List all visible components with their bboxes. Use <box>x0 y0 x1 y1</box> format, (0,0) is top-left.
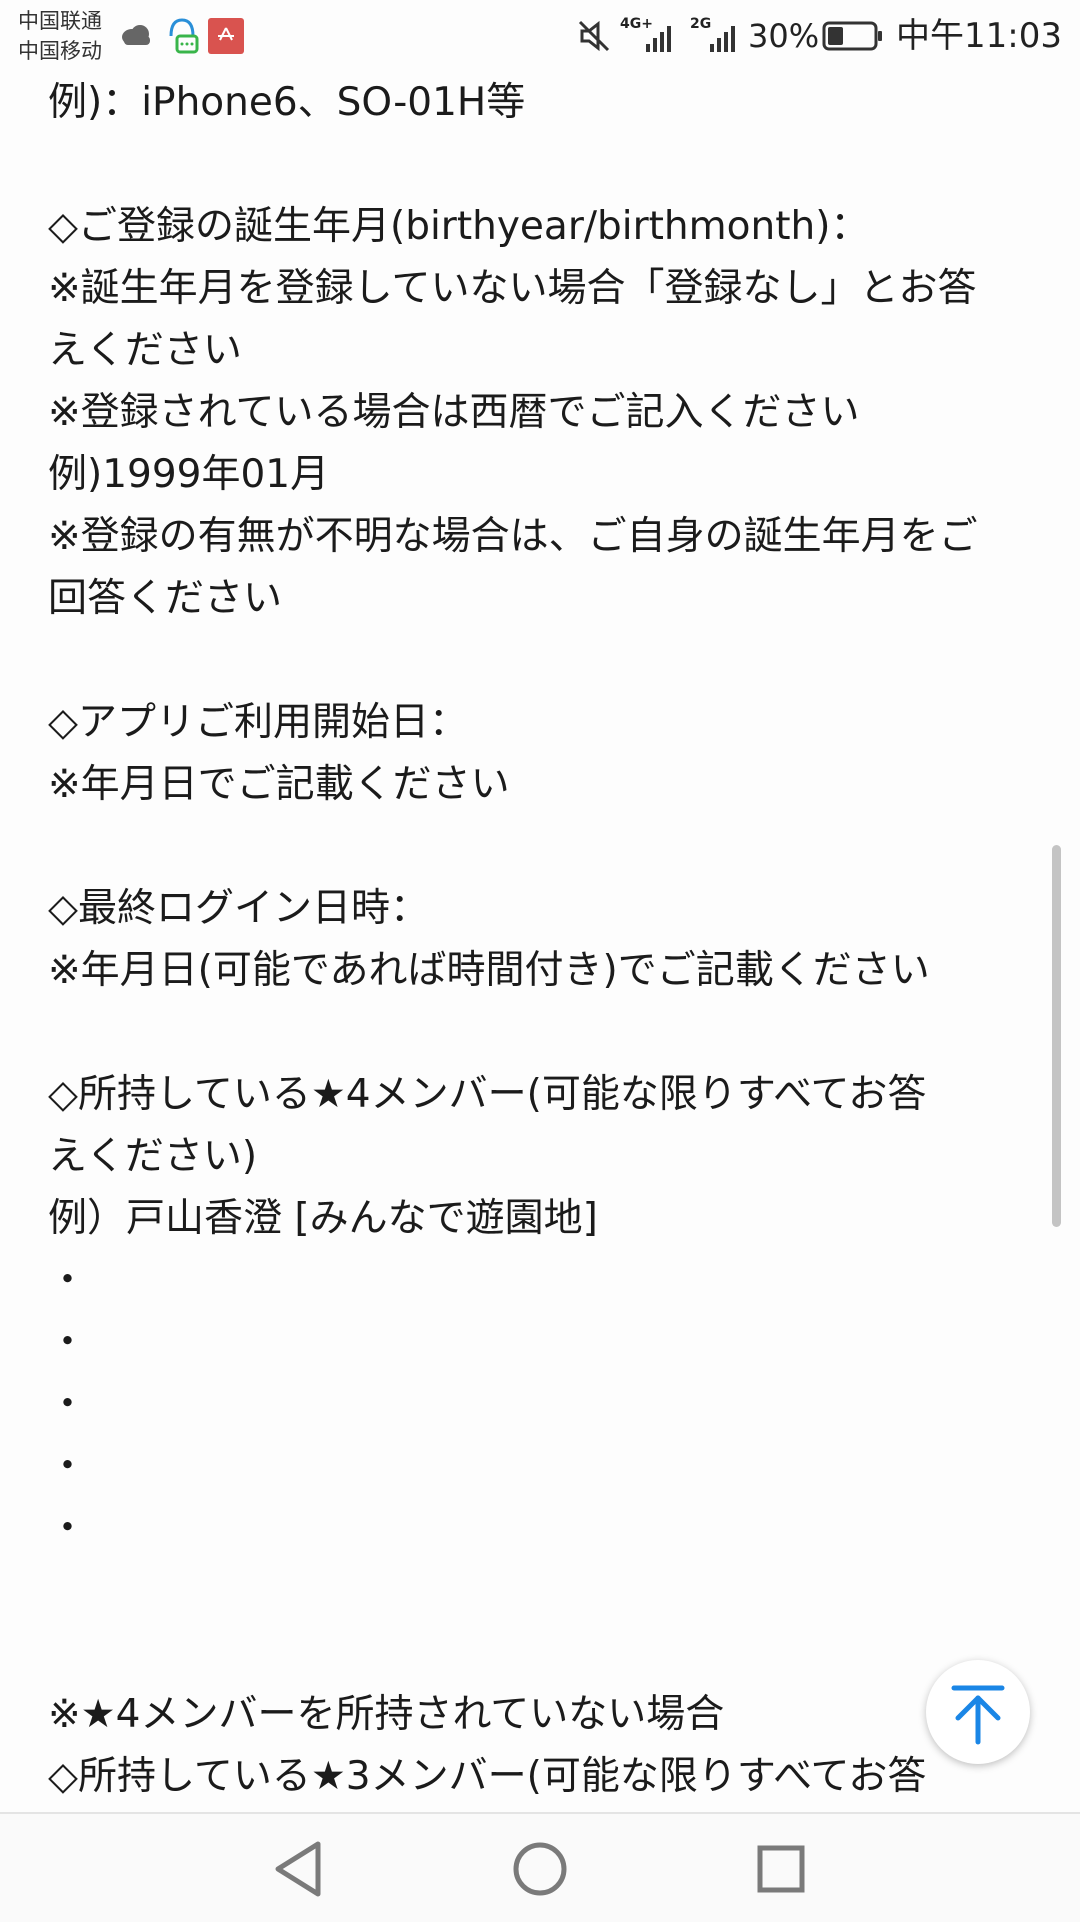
cloud-icon <box>122 25 150 45</box>
clock: 中午11:03 <box>896 16 1062 56</box>
message-line: ◇アプリご利用開始日： <box>48 700 468 745</box>
nav-back-button[interactable] <box>260 1834 340 1904</box>
nav-recents-button[interactable] <box>740 1834 820 1904</box>
message-line: ◇最終ログイン日時： <box>48 886 429 931</box>
assistant-icon <box>169 18 199 54</box>
message-line: ・ <box>48 1382 88 1427</box>
message-line: ・ <box>48 1320 88 1365</box>
scroll-to-top-icon <box>951 1685 1005 1745</box>
message-line: 回答ください <box>48 576 283 621</box>
message-line <box>48 630 1038 692</box>
message-line: ※登録されている場合は西暦でご記入ください <box>48 390 860 435</box>
message-line: えください <box>48 328 242 373</box>
recents-square-icon <box>757 1845 805 1893</box>
message-body[interactable]: 例)：iPhone6、SO-01H等 ◇ご登録の誕生年月(birthyear/bi… <box>48 72 1038 1812</box>
message-line <box>48 816 1038 878</box>
carrier-1: 中国联通 <box>18 9 102 33</box>
message-line <box>48 1622 1038 1684</box>
message-line: ◇所持している★4メンバー(可能な限りすべてお答 <box>48 1072 927 1117</box>
battery-icon <box>822 21 882 51</box>
message-line <box>48 1560 1038 1622</box>
message-line <box>48 1002 1038 1064</box>
message-line: 例)：iPhone6、SO-01H等 <box>48 80 526 125</box>
carrier-2: 中国移动 <box>18 39 102 63</box>
scroll-to-top-button[interactable] <box>926 1660 1030 1764</box>
system-navigation-bar <box>0 1812 1080 1922</box>
nav-home-button[interactable] <box>500 1834 580 1904</box>
message-line: ※年月日(可能であれば時間付き)でご記載ください <box>48 948 930 993</box>
message-line: ・ <box>48 1506 88 1551</box>
message-line: ※誕生年月を登録していない場合「登録なし」とお答 <box>48 266 977 311</box>
message-line: ※年月日でご記載ください <box>48 762 510 807</box>
message-line: ◇所持している★3メンバー(可能な限りすべてお答 <box>48 1754 927 1799</box>
signal-strength-icon-2 <box>710 26 735 52</box>
message-line: ・ <box>48 1444 88 1489</box>
carrier-labels: 中国联通 中国移动 <box>18 6 102 66</box>
message-line: 例）戸山香澄 [みんなで遊園地] <box>48 1196 598 1241</box>
message-line: えください) <box>48 1134 258 1179</box>
status-bar: 中国联通 中国移动 4G+ 2G 30% 中午11:03 <box>0 0 1080 72</box>
mute-icon <box>578 20 610 52</box>
message-line: ◇ご登録の誕生年月(birthyear/birthmonth)： <box>48 204 870 249</box>
home-circle-icon <box>513 1842 567 1896</box>
scrollbar-thumb[interactable] <box>1052 845 1061 1227</box>
message-line: ※★4メンバーを所持されていない場合 <box>48 1692 725 1737</box>
message-line <box>48 134 1038 196</box>
battery-percent: 30% <box>748 17 820 55</box>
message-line: 例)1999年01月 <box>48 452 330 497</box>
app-store-icon <box>208 18 244 54</box>
message-line: ・ <box>48 1258 88 1303</box>
message-line: ※登録の有無が不明な場合は、ご自身の誕生年月をご <box>48 514 978 559</box>
signal-strength-icon-1 <box>646 26 671 52</box>
back-triangle-icon <box>275 1841 321 1897</box>
